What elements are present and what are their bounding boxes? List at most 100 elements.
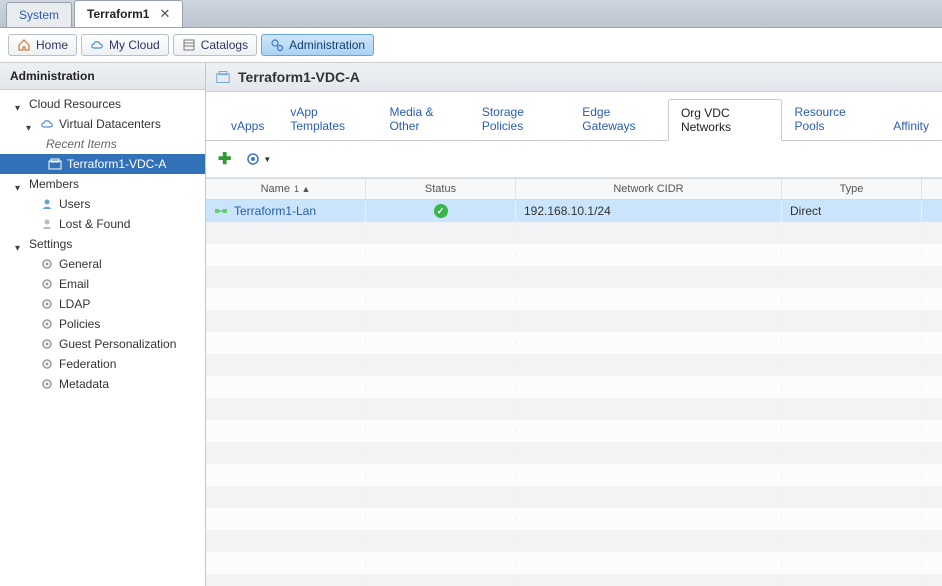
top-tab-system[interactable]: System: [6, 2, 72, 27]
gear-icon: [40, 297, 54, 311]
grid-body: Terraform1-Lan✓192.168.10.1/24Direct: [206, 200, 942, 586]
catalogs-label: Catalogs: [201, 38, 248, 52]
table-row: [206, 354, 942, 376]
email-label: Email: [59, 277, 89, 291]
tab-resource-pools[interactable]: Resource Pools: [782, 98, 881, 140]
network-icon: [214, 204, 228, 218]
lost-found-label: Lost & Found: [59, 217, 130, 231]
gear-icon: [40, 377, 54, 391]
vdc-icon: [216, 70, 230, 84]
home-label: Home: [36, 38, 68, 52]
administration-button[interactable]: Administration: [261, 34, 374, 56]
users-label: Users: [59, 197, 90, 211]
sidebar-item-cloud-resources[interactable]: Cloud Resources: [0, 94, 205, 114]
cell-name[interactable]: Terraform1-Lan: [206, 201, 366, 221]
action-bar: ✚ ▼: [206, 141, 942, 178]
sidebar-item-users[interactable]: Users: [0, 194, 205, 214]
cloud-icon: [40, 117, 54, 131]
cloud-resources-label: Cloud Resources: [29, 97, 121, 111]
general-label: General: [59, 257, 102, 271]
table-row: [206, 486, 942, 508]
top-tab-tenant[interactable]: Terraform1 ✕: [74, 0, 183, 27]
chevron-down-icon: [15, 180, 24, 189]
page-title: Terraform1-VDC-A: [238, 69, 360, 85]
gear-icon: [40, 317, 54, 331]
sidebar-item-settings[interactable]: Settings: [0, 234, 205, 254]
grid-header: Name 1 ▲ Status Network CIDR Type: [206, 178, 942, 200]
mycloud-button[interactable]: My Cloud: [81, 34, 169, 56]
sidebar-item-ldap[interactable]: LDAP: [0, 294, 205, 314]
sidebar-item-email[interactable]: Email: [0, 274, 205, 294]
tab-media[interactable]: Media & Other: [376, 98, 468, 140]
toolbar: Home My Cloud Catalogs Administration: [0, 28, 942, 63]
policies-label: Policies: [59, 317, 100, 331]
table-row: [206, 288, 942, 310]
table-row: [206, 552, 942, 574]
table-row: [206, 420, 942, 442]
members-label: Members: [29, 177, 79, 191]
sidebar-item-lost-found[interactable]: Lost & Found: [0, 214, 205, 234]
sort-indicator: 1 ▲: [294, 184, 310, 194]
sidebar-recent-items: Recent Items: [0, 134, 205, 154]
home-button[interactable]: Home: [8, 34, 77, 56]
table-row: [206, 376, 942, 398]
tab-vapps[interactable]: vApps: [218, 112, 277, 140]
table-row[interactable]: Terraform1-Lan✓192.168.10.1/24Direct: [206, 200, 942, 222]
sidebar-item-federation[interactable]: Federation: [0, 354, 205, 374]
sidebar-item-policies[interactable]: Policies: [0, 314, 205, 334]
sidebar-item-vdc-a[interactable]: Terraform1-VDC-A: [0, 154, 205, 174]
settings-label: Settings: [29, 237, 72, 251]
column-header-status[interactable]: Status: [366, 179, 516, 199]
chevron-down-icon: [26, 120, 35, 129]
home-icon: [17, 38, 31, 52]
table-row: [206, 442, 942, 464]
column-header-cidr[interactable]: Network CIDR: [516, 179, 782, 199]
mycloud-label: My Cloud: [109, 38, 160, 52]
top-tab-system-label: System: [19, 8, 59, 22]
gear-icon: [40, 337, 54, 351]
ldap-label: LDAP: [59, 297, 90, 311]
table-row: [206, 222, 942, 244]
sidebar-item-guest-personalization[interactable]: Guest Personalization: [0, 334, 205, 354]
tab-vapp-templates[interactable]: vApp Templates: [277, 98, 376, 140]
table-row: [206, 398, 942, 420]
tab-edge-gateways[interactable]: Edge Gateways: [569, 98, 668, 140]
table-row: [206, 508, 942, 530]
recent-items-label: Recent Items: [46, 137, 117, 151]
actions-menu[interactable]: ▼: [245, 151, 271, 167]
main-content: Terraform1-VDC-A vApps vApp Templates Me…: [206, 63, 942, 586]
top-tab-tenant-label: Terraform1: [87, 7, 149, 21]
column-header-type[interactable]: Type: [782, 179, 922, 199]
table-row: [206, 530, 942, 552]
user-icon: [40, 217, 54, 231]
main-header: Terraform1-VDC-A: [206, 63, 942, 92]
tab-storage-policies[interactable]: Storage Policies: [469, 98, 569, 140]
sidebar-tree: Cloud Resources Virtual Datacenters Rece…: [0, 90, 205, 398]
federation-label: Federation: [59, 357, 116, 371]
network-grid: Name 1 ▲ Status Network CIDR Type Terraf…: [206, 178, 942, 586]
add-button[interactable]: ✚: [218, 149, 231, 169]
sidebar-title: Administration: [0, 63, 205, 90]
tab-org-vdc-networks[interactable]: Org VDC Networks: [668, 99, 782, 141]
sidebar-item-general[interactable]: General: [0, 254, 205, 274]
cloud-icon: [90, 38, 104, 52]
table-row: [206, 266, 942, 288]
tab-affinity[interactable]: Affinity: [880, 112, 942, 140]
gear-icon: [40, 257, 54, 271]
table-row: [206, 310, 942, 332]
virtual-datacenters-label: Virtual Datacenters: [59, 117, 161, 131]
sidebar-item-members[interactable]: Members: [0, 174, 205, 194]
cell-status: ✓: [366, 201, 516, 221]
sidebar-item-metadata[interactable]: Metadata: [0, 374, 205, 394]
status-ok-icon: ✓: [434, 204, 448, 218]
chevron-down-icon: [15, 100, 24, 109]
table-row: [206, 574, 942, 586]
guest-personalization-label: Guest Personalization: [59, 337, 176, 351]
chevron-down-icon: [15, 240, 24, 249]
catalogs-button[interactable]: Catalogs: [173, 34, 257, 56]
top-tab-bar: System Terraform1 ✕: [0, 0, 942, 28]
close-icon[interactable]: ✕: [159, 6, 170, 22]
metadata-label: Metadata: [59, 377, 109, 391]
column-header-name[interactable]: Name 1 ▲: [206, 179, 366, 199]
sidebar-item-virtual-datacenters[interactable]: Virtual Datacenters: [0, 114, 205, 134]
